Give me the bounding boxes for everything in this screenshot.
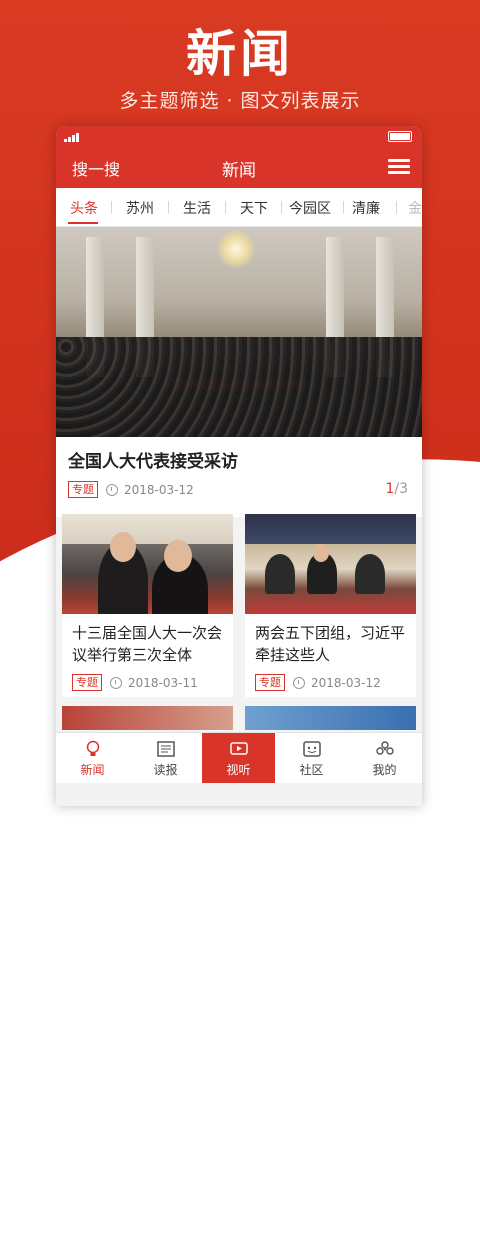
- news-card-meta: 专题 2018-03-12: [245, 668, 416, 697]
- news-card-title[interactable]: 十三届全国人大一次会议举行第三次全体: [62, 614, 233, 668]
- news-card-image[interactable]: [245, 514, 416, 614]
- status-bar: [56, 126, 422, 146]
- promo-subtitle: 多主题筛选 · 图文列表展示: [119, 90, 361, 112]
- newspaper-icon: [156, 739, 176, 759]
- battery-icon: [388, 131, 412, 142]
- community-icon: [302, 739, 322, 759]
- tab-headlines[interactable]: 头条: [70, 198, 98, 218]
- clock-icon: [110, 676, 122, 689]
- tab-life[interactable]: 生活: [183, 198, 211, 218]
- promo-title: 新闻: [186, 25, 294, 83]
- tab-integrity[interactable]: 清廉: [352, 198, 380, 218]
- news-date: 2018-03-11: [128, 675, 198, 690]
- tab-world[interactable]: 天下: [240, 198, 268, 218]
- signal-icon: [64, 132, 82, 142]
- news-card[interactable]: 十三届全国人大一次会议举行第三次全体 专题 2018-03-11: [62, 514, 233, 697]
- clock-icon: [106, 483, 118, 496]
- active-tab-indicator: [68, 222, 98, 224]
- carousel-pager: 1/3: [385, 481, 408, 497]
- bulb-icon: [83, 739, 103, 759]
- menu-icon[interactable]: [388, 159, 410, 175]
- news-card[interactable]: 两会五下团组，习近平牵挂这些人 专题 2018-03-12: [245, 514, 416, 697]
- tab-park[interactable]: 今园区: [289, 198, 331, 218]
- topic-tag: 专题: [68, 481, 98, 498]
- lead-news-meta: 专题 2018-03-12: [68, 481, 194, 498]
- news-date: 2018-03-12: [124, 482, 194, 497]
- nav-read[interactable]: 读报: [129, 733, 202, 783]
- clock-icon: [293, 676, 305, 689]
- news-card-image[interactable]: [245, 706, 416, 730]
- lead-news-title[interactable]: 全国人大代表接受采访: [68, 447, 410, 472]
- page-title: 新闻: [222, 161, 256, 181]
- tab-suzhou[interactable]: 苏州: [126, 198, 154, 218]
- nav-news[interactable]: 新闻: [56, 733, 129, 783]
- topic-tag: 专题: [72, 674, 102, 691]
- topic-tag: 专题: [255, 674, 285, 691]
- news-card-title[interactable]: 两会五下团组，习近平牵挂这些人: [245, 614, 416, 668]
- bottom-navigation: 新闻 读报 视听 社区 我的: [56, 732, 422, 783]
- crowd: [56, 337, 422, 437]
- lead-news-item[interactable]: 全国人大代表接受采访 专题 2018-03-12 1/3: [56, 437, 422, 517]
- nav-profile[interactable]: 我的: [348, 733, 421, 783]
- news-card-image[interactable]: [62, 514, 233, 614]
- chandelier: [216, 229, 256, 269]
- tab-more[interactable]: 金: [408, 198, 422, 218]
- news-date: 2018-03-12: [311, 675, 381, 690]
- news-card-image[interactable]: [62, 706, 233, 730]
- profile-icon: [375, 739, 395, 759]
- video-icon: [229, 739, 249, 759]
- news-card-meta: 专题 2018-03-11: [62, 668, 233, 697]
- category-tabs: 头条 苏州 生活 天下 今园区 清廉 金: [56, 188, 422, 227]
- next-news-row: [62, 706, 418, 730]
- lead-news-image[interactable]: [56, 227, 422, 437]
- phone-screen: 搜一搜 新闻 头条 苏州 生活 天下 今园区 清廉 金 全国人大代表接受采访 专…: [56, 126, 422, 806]
- nav-community[interactable]: 社区: [275, 733, 348, 783]
- top-navbar: 搜一搜 新闻: [56, 146, 422, 188]
- nav-video[interactable]: 视听: [202, 733, 275, 783]
